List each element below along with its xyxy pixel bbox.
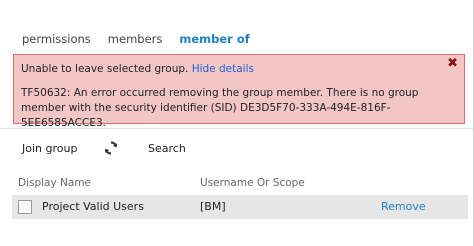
tab-bar: permissions members member of [22,31,267,47]
error-summary: Unable to leave selected group. Hide det… [21,62,254,76]
close-icon[interactable]: ✖ [447,56,458,72]
error-detail: TF50632: An error occurred removing the … [21,87,419,129]
table-header: Display Name Username Or Scope [0,173,474,195]
search-button[interactable]: Search [148,142,186,156]
toolbar: Join group Search [0,128,474,166]
refresh-icon[interactable] [103,140,119,156]
group-icon [18,200,32,214]
error-message: Unable to leave selected group. [21,63,189,75]
error-banner: Unable to leave selected group. Hide det… [13,54,465,129]
column-header-username-or-scope[interactable]: Username Or Scope [200,177,305,189]
group-scope: [BM] [200,200,226,213]
tab-members[interactable]: members [108,31,163,47]
tab-member-of[interactable]: member of [179,31,249,47]
remove-link[interactable]: Remove [381,200,426,213]
group-display-name: Project Valid Users [42,200,144,213]
table-row[interactable]: Project Valid Users [BM] Remove [12,195,468,219]
join-group-button[interactable]: Join group [22,142,77,156]
tab-permissions[interactable]: permissions [22,31,91,47]
hide-details-link[interactable]: Hide details [192,63,254,75]
column-header-display-name[interactable]: Display Name [18,177,91,189]
